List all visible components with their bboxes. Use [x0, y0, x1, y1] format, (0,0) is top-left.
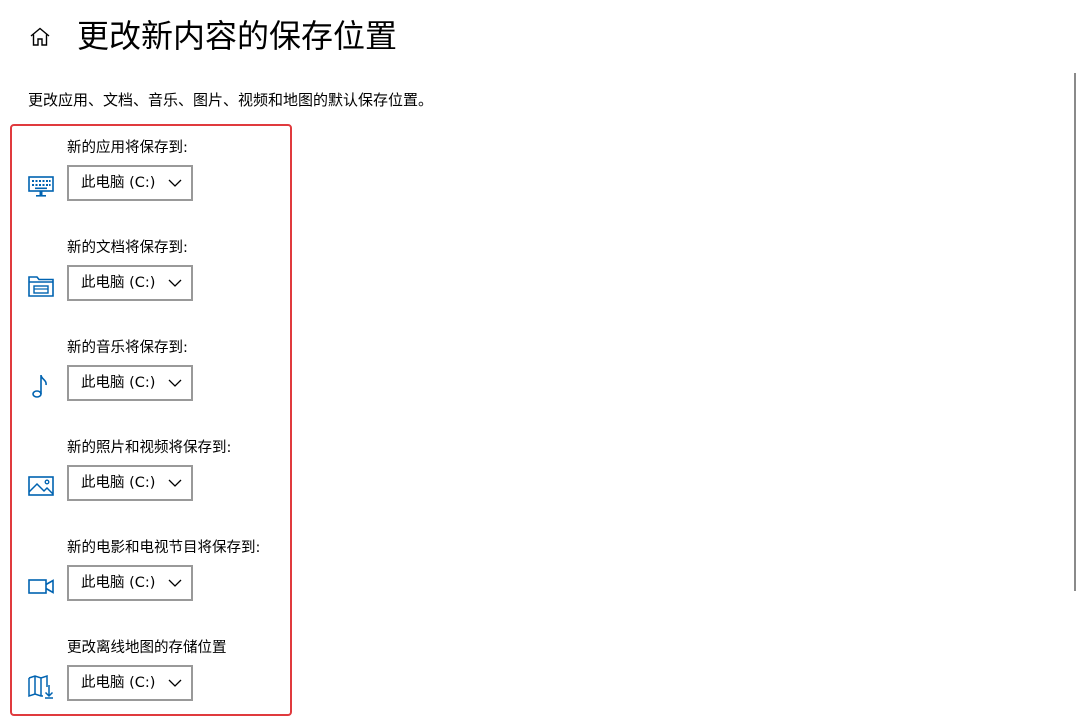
save-location-dropdown[interactable]: 此电脑 (C:): [67, 665, 193, 701]
save-location-dropdown[interactable]: 此电脑 (C:): [67, 565, 193, 601]
setting-apps: 新的应用将保存到: 此电脑 (C:): [0, 138, 300, 218]
chevron-down-icon: [168, 579, 182, 587]
chevron-down-icon: [168, 679, 182, 687]
setting-photos-videos: 新的照片和视频将保存到: 此电脑 (C:): [0, 438, 300, 518]
scrollbar[interactable]: [1074, 73, 1076, 591]
setting-label: 新的音乐将保存到:: [67, 340, 188, 356]
picture-icon: [27, 472, 55, 500]
setting-documents: 新的文档将保存到: 此电脑 (C:): [0, 238, 300, 318]
setting-label: 更改离线地图的存储位置: [67, 640, 227, 656]
chevron-down-icon: [168, 379, 182, 387]
page-title: 更改新内容的保存位置: [77, 17, 398, 55]
dropdown-value: 此电脑 (C:): [81, 175, 156, 191]
music-note-icon: [27, 372, 55, 400]
dropdown-value: 此电脑 (C:): [81, 275, 156, 291]
chevron-down-icon: [168, 279, 182, 287]
home-icon[interactable]: [28, 25, 52, 49]
setting-offline-maps: 更改离线地图的存储位置 此电脑 (C:): [0, 638, 300, 718]
setting-movies-tv: 新的电影和电视节目将保存到: 此电脑 (C:): [0, 538, 300, 618]
save-location-dropdown[interactable]: 此电脑 (C:): [67, 265, 193, 301]
save-location-dropdown[interactable]: 此电脑 (C:): [67, 465, 193, 501]
save-location-dropdown[interactable]: 此电脑 (C:): [67, 165, 193, 201]
dropdown-value: 此电脑 (C:): [81, 675, 156, 691]
setting-label: 新的文档将保存到:: [67, 240, 188, 256]
dropdown-value: 此电脑 (C:): [81, 375, 156, 391]
video-camera-icon: [27, 572, 55, 600]
setting-label: 新的照片和视频将保存到:: [67, 440, 232, 456]
chevron-down-icon: [168, 179, 182, 187]
setting-label: 新的电影和电视节目将保存到:: [67, 540, 261, 556]
app-keyboard-icon: [27, 172, 55, 200]
dropdown-value: 此电脑 (C:): [81, 475, 156, 491]
chevron-down-icon: [168, 479, 182, 487]
dropdown-value: 此电脑 (C:): [81, 575, 156, 591]
page-description: 更改应用、文档、音乐、图片、视频和地图的默认保存位置。: [28, 91, 434, 109]
setting-music: 新的音乐将保存到: 此电脑 (C:): [0, 338, 300, 418]
map-download-icon: [27, 672, 55, 700]
setting-label: 新的应用将保存到:: [67, 140, 188, 156]
save-location-dropdown[interactable]: 此电脑 (C:): [67, 365, 193, 401]
documents-folder-icon: [27, 272, 55, 300]
